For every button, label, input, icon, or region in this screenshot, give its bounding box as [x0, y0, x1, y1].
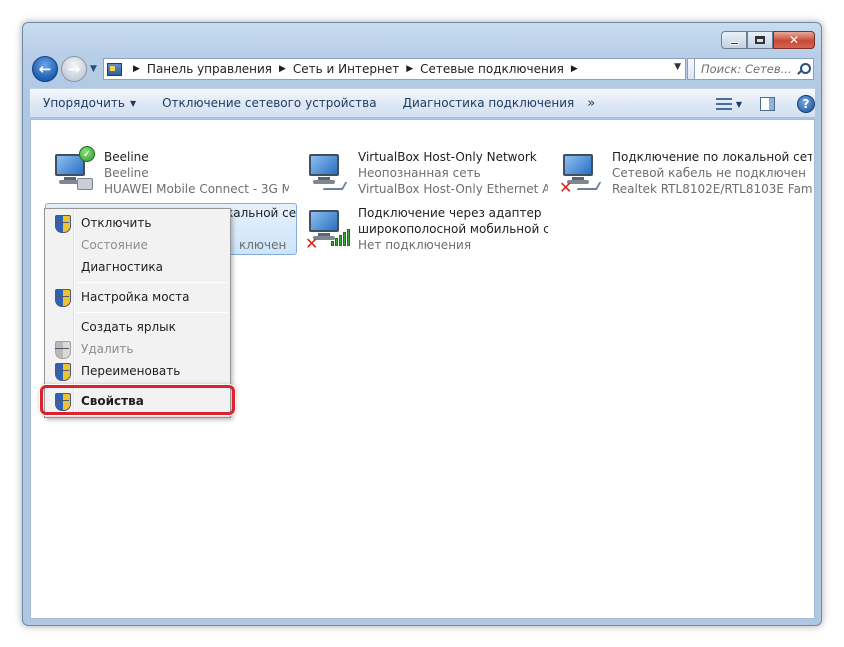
menu-separator	[77, 312, 227, 313]
diagnose-label: Диагностика подключения	[402, 96, 575, 110]
menu-item-delete[interactable]: Удалить	[47, 338, 228, 360]
menu-item-label: Удалить	[81, 342, 134, 356]
uac-shield-icon	[55, 363, 71, 381]
control-panel-icon	[106, 61, 122, 77]
network-cable-icon	[322, 182, 348, 190]
breadcrumb-separator-icon[interactable]: ▶	[571, 64, 578, 74]
breadcrumb-separator-icon[interactable]: ▶	[279, 64, 286, 74]
close-icon: ✕	[788, 33, 800, 47]
help-icon[interactable]: ?	[797, 95, 815, 113]
menu-item-label: Переименовать	[81, 364, 181, 378]
connection-status: Beeline	[104, 166, 149, 180]
properties-highlight-frame	[40, 385, 235, 415]
error-x-icon: ✕	[305, 234, 319, 253]
menu-item-label: Состояние	[81, 238, 148, 252]
connection-device: VirtualBox Host-Only Ethernet Ad...	[358, 182, 548, 196]
menu-item-rename[interactable]: Переименовать	[47, 360, 228, 382]
check-icon: ✓	[79, 146, 95, 162]
menu-separator	[77, 282, 227, 283]
breadcrumb-separator-icon[interactable]: ▶	[133, 64, 140, 74]
connection-virtualbox[interactable]: VirtualBox Host-Only Network Неопознанна…	[303, 148, 548, 198]
disconnect-label: Отключение сетевого устройства	[162, 96, 377, 110]
caption-buttons: ✕	[721, 31, 815, 49]
address-dropdown-icon[interactable]: ▼	[674, 62, 681, 72]
connection-status: Сетевой кабель не подключен	[612, 166, 806, 180]
maximize-icon	[755, 36, 765, 44]
minimize-icon	[729, 41, 739, 45]
connection-mobile-broadband[interactable]: ✕ Подключение через адаптер широкополосн…	[303, 204, 548, 254]
chevron-down-icon: ▼	[129, 98, 137, 108]
network-cable-icon	[576, 182, 602, 190]
breadcrumb-separator-icon[interactable]: ▶	[406, 64, 413, 74]
uac-shield-icon	[55, 289, 71, 307]
connection-device: Realtek RTL8102E/RTL8103E Famil...	[612, 182, 812, 196]
connection-status: Нет подключения	[358, 238, 472, 252]
change-view-icon[interactable]	[715, 97, 732, 111]
arrow-left-icon: ←	[38, 60, 52, 78]
menu-item-disable[interactable]: Отключить	[47, 212, 228, 234]
connection-name: Подключение по локальной сети	[612, 150, 812, 164]
organize-menu-button[interactable]: Упорядочить ▼	[30, 96, 149, 110]
menu-item-label: Создать ярлык	[81, 320, 176, 334]
network-connection-icon: ✓	[49, 146, 97, 196]
network-connection-icon	[303, 148, 351, 196]
breadcrumb-network-connections[interactable]: Сетевые подключения	[420, 62, 564, 76]
connection-name: Beeline	[104, 150, 149, 164]
more-commands-button[interactable]: »	[587, 96, 595, 111]
connection-status: Неопознанная сеть	[358, 166, 481, 180]
menu-item-label: Отключить	[81, 216, 152, 230]
breadcrumb-network-internet[interactable]: Сеть и Интернет	[293, 62, 399, 76]
connection-name: Подключение через адаптер	[358, 206, 542, 220]
maximize-button[interactable]	[747, 31, 773, 49]
menu-item-status[interactable]: Состояние	[47, 234, 228, 256]
recent-pages-dropdown[interactable]: ▼	[90, 64, 97, 74]
signal-bars-icon	[323, 226, 351, 246]
address-bar[interactable]: ▶ Панель управления ▶ Сеть и Интернет ▶ …	[103, 58, 686, 80]
organize-label: Упорядочить	[43, 96, 125, 110]
modem-icon	[77, 178, 93, 190]
chevron-down-icon: ▼	[90, 64, 97, 74]
disconnect-device-button[interactable]: Отключение сетевого устройства	[149, 96, 389, 110]
connection-name: VirtualBox Host-Only Network	[358, 150, 537, 164]
preview-pane-icon[interactable]	[760, 97, 775, 111]
toolbar-right: ▼ ?	[715, 89, 815, 119]
error-x-icon: ✕	[559, 178, 573, 197]
connection-device: HUAWEI Mobile Connect - 3G M...	[104, 182, 289, 196]
menu-item-label: Диагностика	[81, 260, 164, 274]
network-connection-icon: ✕	[303, 204, 351, 253]
menu-item-label: Настройка моста	[81, 290, 190, 304]
arrow-right-icon: →	[67, 60, 81, 78]
uac-shield-icon	[55, 215, 71, 233]
command-bar: Упорядочить ▼ Отключение сетевого устрой…	[30, 88, 815, 118]
minimize-button[interactable]	[721, 31, 747, 49]
breadcrumb-control-panel[interactable]: Панель управления	[147, 62, 272, 76]
search-placeholder: Поиск: Сетев...	[701, 62, 792, 76]
connection-name-line2: широкополосной мобильной с...	[358, 222, 548, 236]
back-button[interactable]: ←	[32, 56, 58, 82]
search-input[interactable]: Поиск: Сетев...	[694, 58, 814, 80]
search-icon[interactable]	[797, 63, 811, 75]
forward-button[interactable]: →	[61, 56, 87, 82]
diagnose-connection-button[interactable]: Диагностика подключения	[390, 96, 588, 110]
view-options-dropdown-icon[interactable]: ▼	[736, 100, 742, 109]
connection-beeline[interactable]: ✓ Beeline Beeline HUAWEI Mobile Connect …	[49, 146, 289, 198]
menu-item-diagnostics[interactable]: Диагностика	[47, 256, 228, 278]
menu-item-bridge[interactable]: Настройка моста	[47, 286, 228, 308]
menu-item-create-shortcut[interactable]: Создать ярлык	[47, 316, 228, 338]
uac-shield-icon	[55, 341, 71, 359]
close-button[interactable]: ✕	[773, 31, 815, 49]
connection-local-area[interactable]: ✕ Подключение по локальной сети Сетевой …	[557, 148, 812, 198]
network-connection-icon: ✕	[557, 148, 605, 197]
